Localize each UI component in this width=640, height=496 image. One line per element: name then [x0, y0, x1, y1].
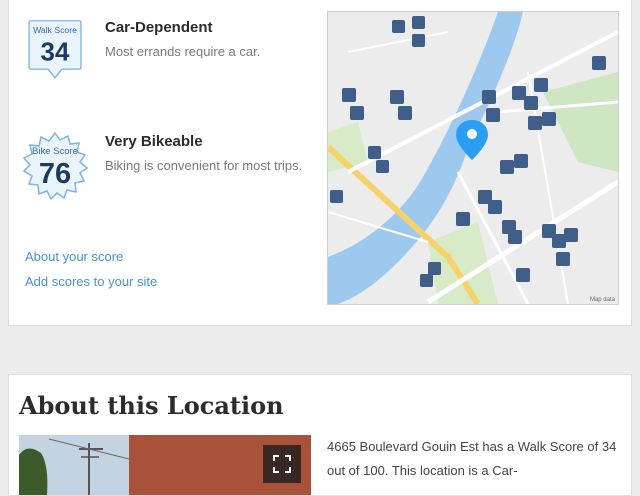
map-credit: Map data: [589, 297, 615, 303]
walk-score-description: Most errands require a car.: [105, 44, 261, 59]
bike-score-description: Biking is convenient for most trips.: [105, 158, 303, 173]
walk-score-value: 34: [41, 39, 70, 67]
about-score-link[interactable]: About your score: [25, 249, 123, 264]
walk-score-title: Car-Dependent: [105, 19, 213, 36]
bike-score-title: Very Bikeable: [105, 133, 203, 150]
neighborhood-map[interactable]: Map data: [327, 11, 619, 305]
location-photo[interactable]: [19, 435, 311, 495]
bike-score-text: Very Bikeable Biking is convenient for m…: [105, 133, 305, 176]
walk-score-text: Car-Dependent Most errands require a car…: [105, 19, 305, 62]
about-card: About this Location 4665 Boulevard Gouin…: [8, 374, 632, 496]
walk-score-badge-label: Walk Score: [33, 25, 77, 35]
fullscreen-icon: [273, 455, 291, 473]
map-canvas: [328, 12, 618, 304]
about-description: 4665 Boulevard Gouin Est has a Walk Scor…: [327, 439, 617, 478]
add-scores-link[interactable]: Add scores to your site: [25, 274, 157, 289]
about-title: About this Location: [19, 391, 284, 420]
bike-score-value: 76: [39, 158, 71, 190]
walk-score-badge: Walk Score 34: [28, 20, 82, 79]
expand-photo-button[interactable]: [263, 445, 301, 483]
bike-score-badge-label: Bike Score: [32, 146, 78, 157]
bike-score-badge: Bike Score 76: [22, 131, 89, 201]
scores-card: Walk Score 34 Car-Dependent Most errands…: [8, 0, 632, 326]
